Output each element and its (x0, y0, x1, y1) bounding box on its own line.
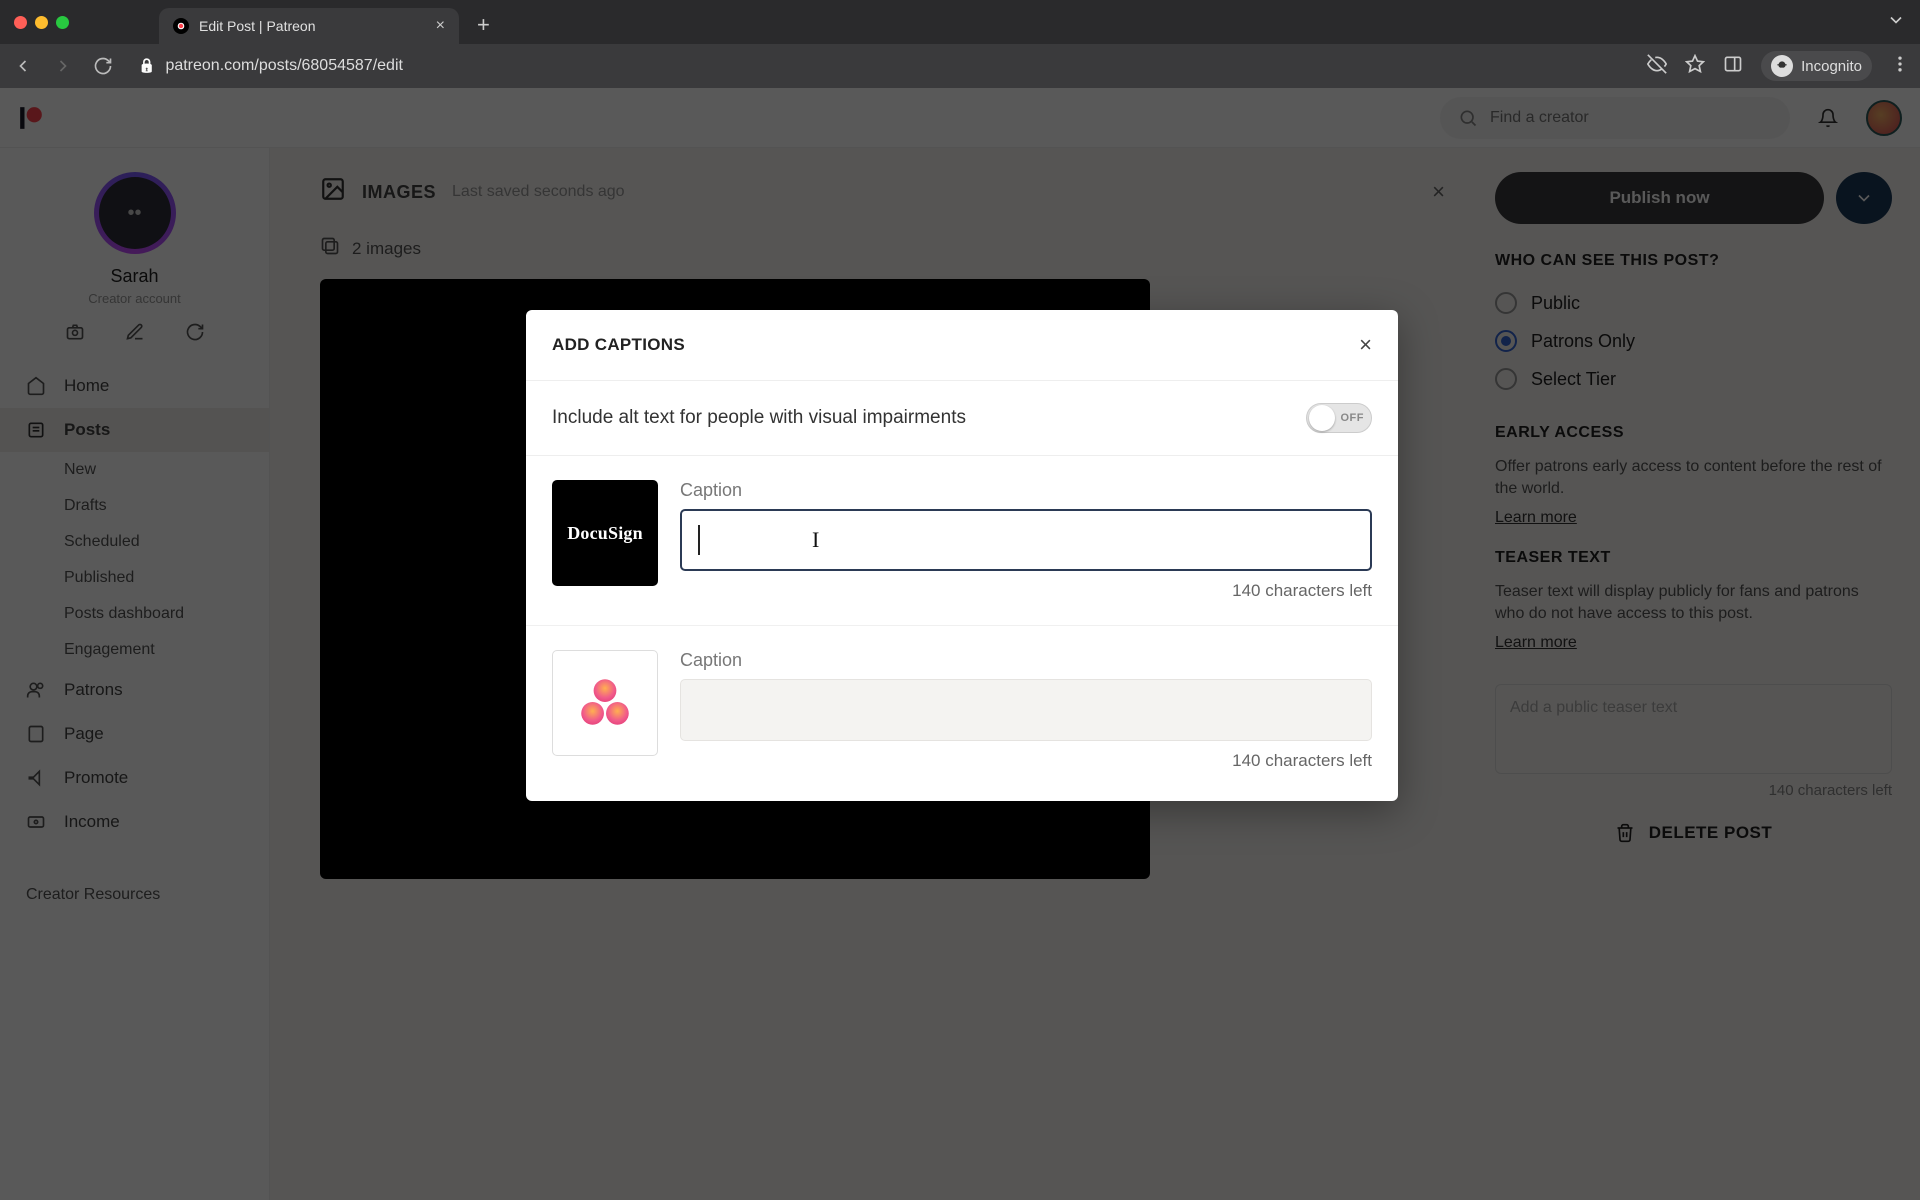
url-text: patreon.com/posts/68054587/edit (165, 57, 403, 75)
add-captions-modal: ADD CAPTIONS × Include alt text for peop… (526, 310, 1398, 801)
caption-label-1: Caption (680, 480, 1372, 501)
caption-input-2[interactable] (680, 679, 1372, 741)
tab-title: Edit Post | Patreon (199, 18, 315, 34)
incognito-label: Incognito (1801, 58, 1862, 75)
eye-off-icon[interactable] (1647, 54, 1667, 79)
caption-item-2: Caption 140 characters left (526, 626, 1398, 801)
nav-back-button[interactable] (10, 53, 36, 79)
text-cursor-icon: I (812, 527, 819, 553)
browser-tab-strip: Edit Post | Patreon × + (0, 0, 1920, 44)
nav-reload-button[interactable] (90, 53, 116, 79)
patreon-favicon-icon (173, 18, 189, 34)
modal-close-button[interactable]: × (1359, 332, 1372, 358)
address-bar[interactable]: patreon.com/posts/68054587/edit (138, 57, 403, 75)
caption-thumb-asana (552, 650, 658, 756)
window-controls (14, 16, 69, 29)
toggle-state-label: OFF (1341, 412, 1365, 424)
caption-charcount-2: 140 characters left (680, 751, 1372, 771)
incognito-icon (1771, 55, 1793, 77)
alt-text-toggle-label: Include alt text for people with visual … (552, 407, 966, 429)
docusign-logo-text: DocuSign (567, 523, 643, 544)
bookmark-star-icon[interactable] (1685, 54, 1705, 79)
window-minimize-dot[interactable] (35, 16, 48, 29)
caption-charcount-1: 140 characters left (680, 581, 1372, 601)
browser-tab[interactable]: Edit Post | Patreon × (159, 8, 459, 44)
lock-icon (138, 57, 155, 75)
caption-label-2: Caption (680, 650, 1372, 671)
caption-item-1: DocuSign Caption I 140 characters left (526, 456, 1398, 626)
text-caret (698, 525, 700, 555)
browser-toolbar: patreon.com/posts/68054587/edit Incognit… (0, 44, 1920, 88)
alt-text-toggle[interactable]: OFF (1306, 403, 1372, 433)
toggle-knob (1309, 405, 1335, 431)
modal-title: ADD CAPTIONS (552, 335, 685, 355)
tab-close-icon[interactable]: × (436, 17, 445, 35)
tabs-dropdown-icon[interactable] (1886, 10, 1906, 35)
caption-input-1[interactable]: I (680, 509, 1372, 571)
window-close-dot[interactable] (14, 16, 27, 29)
new-tab-button[interactable]: + (477, 12, 490, 38)
browser-menu-icon[interactable] (1890, 54, 1910, 79)
incognito-badge[interactable]: Incognito (1761, 51, 1872, 81)
caption-thumb-docusign: DocuSign (552, 480, 658, 586)
window-zoom-dot[interactable] (56, 16, 69, 29)
panel-icon[interactable] (1723, 54, 1743, 79)
nav-forward-button[interactable] (50, 53, 76, 79)
